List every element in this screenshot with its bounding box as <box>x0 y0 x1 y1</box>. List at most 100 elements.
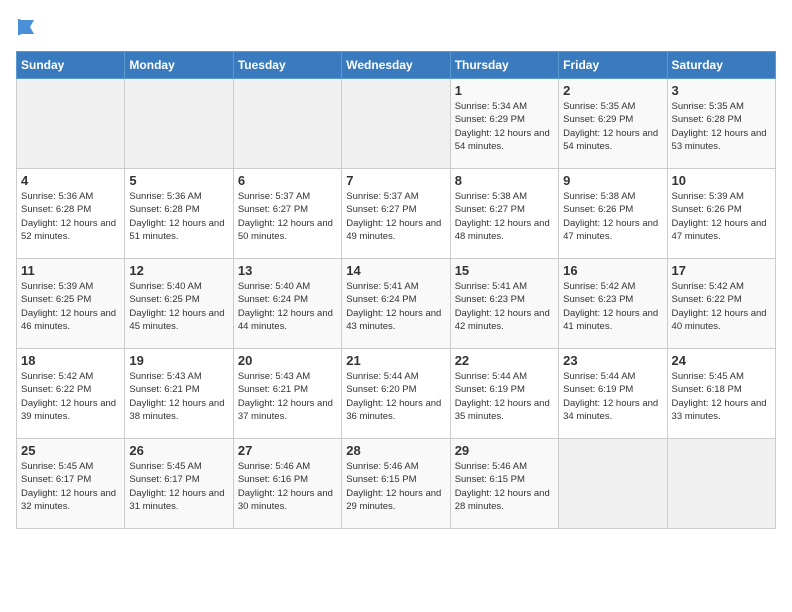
day-info: Sunrise: 5:44 AMSunset: 6:20 PMDaylight:… <box>346 370 445 423</box>
day-info: Sunrise: 5:45 AMSunset: 6:17 PMDaylight:… <box>129 460 228 513</box>
day-number: 25 <box>21 443 120 458</box>
day-cell: 25 Sunrise: 5:45 AMSunset: 6:17 PMDayligh… <box>17 439 125 529</box>
col-header-tuesday: Tuesday <box>233 52 341 79</box>
week-row-3: 11 Sunrise: 5:39 AMSunset: 6:25 PMDayligh… <box>17 259 776 349</box>
day-number: 21 <box>346 353 445 368</box>
day-info: Sunrise: 5:45 AMSunset: 6:17 PMDaylight:… <box>21 460 120 513</box>
day-cell <box>559 439 667 529</box>
day-info: Sunrise: 5:35 AMSunset: 6:28 PMDaylight:… <box>672 100 771 153</box>
day-number: 13 <box>238 263 337 278</box>
day-cell: 5Sunrise: 5:36 AMSunset: 6:28 PMDaylight… <box>125 169 233 259</box>
day-cell: 2 Sunrise: 5:35 AMSunset: 6:29 PMDaylight… <box>559 79 667 169</box>
day-info: Sunrise: 5:46 AMSunset: 6:15 PMDaylight:… <box>455 460 554 513</box>
day-number: 1 <box>455 83 554 98</box>
day-info: Sunrise: 5:40 AMSunset: 6:24 PMDaylight:… <box>238 280 337 333</box>
day-number: 28 <box>346 443 445 458</box>
col-header-monday: Monday <box>125 52 233 79</box>
day-cell: 13 Sunrise: 5:40 AMSunset: 6:24 PMDayligh… <box>233 259 341 349</box>
day-info: Sunrise: 5:44 AMSunset: 6:19 PMDaylight:… <box>563 370 662 423</box>
day-info: Sunrise: 5:41 AMSunset: 6:24 PMDaylight:… <box>346 280 445 333</box>
day-number: 22 <box>455 353 554 368</box>
day-number: 27 <box>238 443 337 458</box>
day-info: Sunrise: 5:39 AMSunset: 6:25 PMDaylight:… <box>21 280 120 333</box>
week-row-4: 18 Sunrise: 5:42 AMSunset: 6:22 PMDayligh… <box>17 349 776 439</box>
day-info: Sunrise: 5:34 AMSunset: 6:29 PMDaylight:… <box>455 100 554 153</box>
day-number: 16 <box>563 263 662 278</box>
day-number: 29 <box>455 443 554 458</box>
day-number: 8 <box>455 173 554 188</box>
day-cell: 22 Sunrise: 5:44 AMSunset: 6:19 PMDayligh… <box>450 349 558 439</box>
day-cell <box>17 79 125 169</box>
day-info: Sunrise: 5:45 AMSunset: 6:18 PMDaylight:… <box>672 370 771 423</box>
day-cell: 19 Sunrise: 5:43 AMSunset: 6:21 PMDayligh… <box>125 349 233 439</box>
day-info: Sunrise: 5:39 AMSunset: 6:26 PMDaylight:… <box>672 190 771 243</box>
day-cell: 10 Sunrise: 5:39 AMSunset: 6:26 PMDayligh… <box>667 169 775 259</box>
day-number: 6 <box>238 173 337 188</box>
day-cell: 14 Sunrise: 5:41 AMSunset: 6:24 PMDayligh… <box>342 259 450 349</box>
day-info: Sunrise: 5:38 AMSunset: 6:26 PMDaylight:… <box>563 190 662 243</box>
col-header-thursday: Thursday <box>450 52 558 79</box>
logo-flag-icon <box>16 16 38 38</box>
day-number: 17 <box>672 263 771 278</box>
day-info: Sunrise: 5:43 AMSunset: 6:21 PMDaylight:… <box>129 370 228 423</box>
day-number: 4 <box>21 173 120 188</box>
day-number: 26 <box>129 443 228 458</box>
day-number: 14 <box>346 263 445 278</box>
day-info: Sunrise: 5:42 AMSunset: 6:22 PMDaylight:… <box>21 370 120 423</box>
day-cell: 21 Sunrise: 5:44 AMSunset: 6:20 PMDayligh… <box>342 349 450 439</box>
day-cell: 27 Sunrise: 5:46 AMSunset: 6:16 PMDayligh… <box>233 439 341 529</box>
day-number: 2 <box>563 83 662 98</box>
day-cell: 18 Sunrise: 5:42 AMSunset: 6:22 PMDayligh… <box>17 349 125 439</box>
calendar-table: SundayMondayTuesdayWednesdayThursdayFrid… <box>16 51 776 529</box>
day-cell: 6 Sunrise: 5:37 AMSunset: 6:27 PMDaylight… <box>233 169 341 259</box>
day-number: 7 <box>346 173 445 188</box>
day-cell: 23 Sunrise: 5:44 AMSunset: 6:19 PMDayligh… <box>559 349 667 439</box>
day-cell: 26 Sunrise: 5:45 AMSunset: 6:17 PMDayligh… <box>125 439 233 529</box>
day-number: 19 <box>129 353 228 368</box>
day-info: Sunrise: 5:46 AMSunset: 6:16 PMDaylight:… <box>238 460 337 513</box>
day-cell <box>233 79 341 169</box>
day-cell: 1 Sunrise: 5:34 AMSunset: 6:29 PMDaylight… <box>450 79 558 169</box>
week-row-5: 25 Sunrise: 5:45 AMSunset: 6:17 PMDayligh… <box>17 439 776 529</box>
day-info: Sunrise: 5:37 AMSunset: 6:27 PMDaylight:… <box>238 190 337 243</box>
col-header-friday: Friday <box>559 52 667 79</box>
day-info: Sunrise: 5:38 AMSunset: 6:27 PMDaylight:… <box>455 190 554 243</box>
day-info: Sunrise: 5:43 AMSunset: 6:21 PMDaylight:… <box>238 370 337 423</box>
day-info: Sunrise: 5:42 AMSunset: 6:23 PMDaylight:… <box>563 280 662 333</box>
logo <box>16 16 40 43</box>
day-cell: 7 Sunrise: 5:37 AMSunset: 6:27 PMDaylight… <box>342 169 450 259</box>
day-info: Sunrise: 5:46 AMSunset: 6:15 PMDaylight:… <box>346 460 445 513</box>
day-info: Sunrise: 5:40 AMSunset: 6:25 PMDaylight:… <box>129 280 228 333</box>
day-number: 10 <box>672 173 771 188</box>
day-number: 11 <box>21 263 120 278</box>
day-cell <box>667 439 775 529</box>
day-number: 5 <box>129 173 228 188</box>
day-cell <box>342 79 450 169</box>
day-cell: 12Sunrise: 5:40 AMSunset: 6:25 PMDayligh… <box>125 259 233 349</box>
day-cell: 9 Sunrise: 5:38 AMSunset: 6:26 PMDaylight… <box>559 169 667 259</box>
day-number: 20 <box>238 353 337 368</box>
day-cell: 8 Sunrise: 5:38 AMSunset: 6:27 PMDaylight… <box>450 169 558 259</box>
col-header-wednesday: Wednesday <box>342 52 450 79</box>
day-cell <box>125 79 233 169</box>
col-header-sunday: Sunday <box>17 52 125 79</box>
day-info: Sunrise: 5:37 AMSunset: 6:27 PMDaylight:… <box>346 190 445 243</box>
header <box>16 16 776 43</box>
day-number: 9 <box>563 173 662 188</box>
day-cell: 3 Sunrise: 5:35 AMSunset: 6:28 PMDaylight… <box>667 79 775 169</box>
day-info: Sunrise: 5:41 AMSunset: 6:23 PMDaylight:… <box>455 280 554 333</box>
week-row-1: 1 Sunrise: 5:34 AMSunset: 6:29 PMDaylight… <box>17 79 776 169</box>
calendar-header-row: SundayMondayTuesdayWednesdayThursdayFrid… <box>17 52 776 79</box>
day-cell: 20 Sunrise: 5:43 AMSunset: 6:21 PMDayligh… <box>233 349 341 439</box>
day-number: 18 <box>21 353 120 368</box>
day-info: Sunrise: 5:44 AMSunset: 6:19 PMDaylight:… <box>455 370 554 423</box>
day-number: 23 <box>563 353 662 368</box>
day-info: Sunrise: 5:35 AMSunset: 6:29 PMDaylight:… <box>563 100 662 153</box>
day-cell: 16 Sunrise: 5:42 AMSunset: 6:23 PMDayligh… <box>559 259 667 349</box>
day-info: Sunrise: 5:42 AMSunset: 6:22 PMDaylight:… <box>672 280 771 333</box>
day-cell: 15 Sunrise: 5:41 AMSunset: 6:23 PMDayligh… <box>450 259 558 349</box>
col-header-saturday: Saturday <box>667 52 775 79</box>
day-number: 15 <box>455 263 554 278</box>
day-number: 3 <box>672 83 771 98</box>
week-row-2: 4Sunrise: 5:36 AMSunset: 6:28 PMDaylight… <box>17 169 776 259</box>
